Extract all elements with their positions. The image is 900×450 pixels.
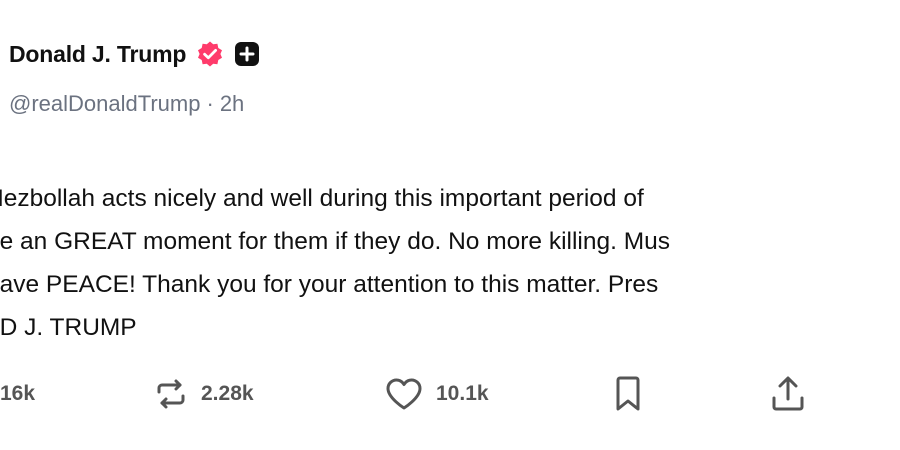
share-button[interactable] xyxy=(768,372,808,416)
heart-icon xyxy=(384,376,424,412)
verified-badge-icon xyxy=(196,40,224,68)
post-body-line: be an GREAT moment for them if they do. … xyxy=(0,228,671,255)
post-actions: 16k 2.28k 10.1k xyxy=(0,372,900,416)
reply-count: 16k xyxy=(0,382,36,405)
repost-button[interactable]: 2.28k xyxy=(153,372,254,416)
bookmark-icon xyxy=(612,375,644,413)
post-body-line: have PEACE! Thank you for your attention… xyxy=(0,271,659,298)
like-button[interactable]: 10.1k xyxy=(384,372,489,416)
follow-plus-icon[interactable] xyxy=(234,41,260,67)
author-meta: @realDonaldTrump · 2h xyxy=(9,91,244,117)
post-timestamp[interactable]: 2h xyxy=(220,91,244,116)
share-icon xyxy=(768,374,808,414)
post-body-line: LD J. TRUMP xyxy=(0,314,137,341)
meta-separator: · xyxy=(206,91,214,116)
post-card: Donald J. Trump @realDonaldTrump · 2h Hezb… xyxy=(0,0,900,450)
post-body: Hezbollah acts nicely and well during th… xyxy=(0,177,900,349)
like-count: 10.1k xyxy=(436,382,489,405)
author-row: Donald J. Trump xyxy=(9,40,260,68)
reply-button[interactable]: 16k xyxy=(0,372,35,416)
author-display-name[interactable]: Donald J. Trump xyxy=(9,41,186,68)
repost-icon xyxy=(153,376,189,412)
repost-count: 2.28k xyxy=(201,382,254,405)
author-handle[interactable]: @realDonaldTrump xyxy=(9,91,200,116)
post-body-line: Hezbollah acts nicely and well during th… xyxy=(0,185,644,212)
bookmark-button[interactable] xyxy=(612,372,644,416)
